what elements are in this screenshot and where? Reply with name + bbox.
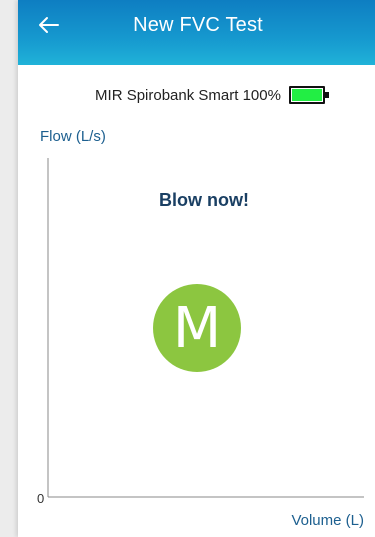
blow-prompt: Blow now! [159, 190, 249, 210]
mir-logo-icon: M [153, 284, 241, 372]
fvc-test-screen: New FVC Test MIR Spirobank Smart 100% Fl… [18, 0, 375, 537]
logo-letter: M [172, 295, 222, 361]
flow-volume-chart [47, 158, 364, 498]
x-axis-label: Volume (L) [291, 512, 364, 529]
origin-label: 0 [37, 491, 45, 506]
